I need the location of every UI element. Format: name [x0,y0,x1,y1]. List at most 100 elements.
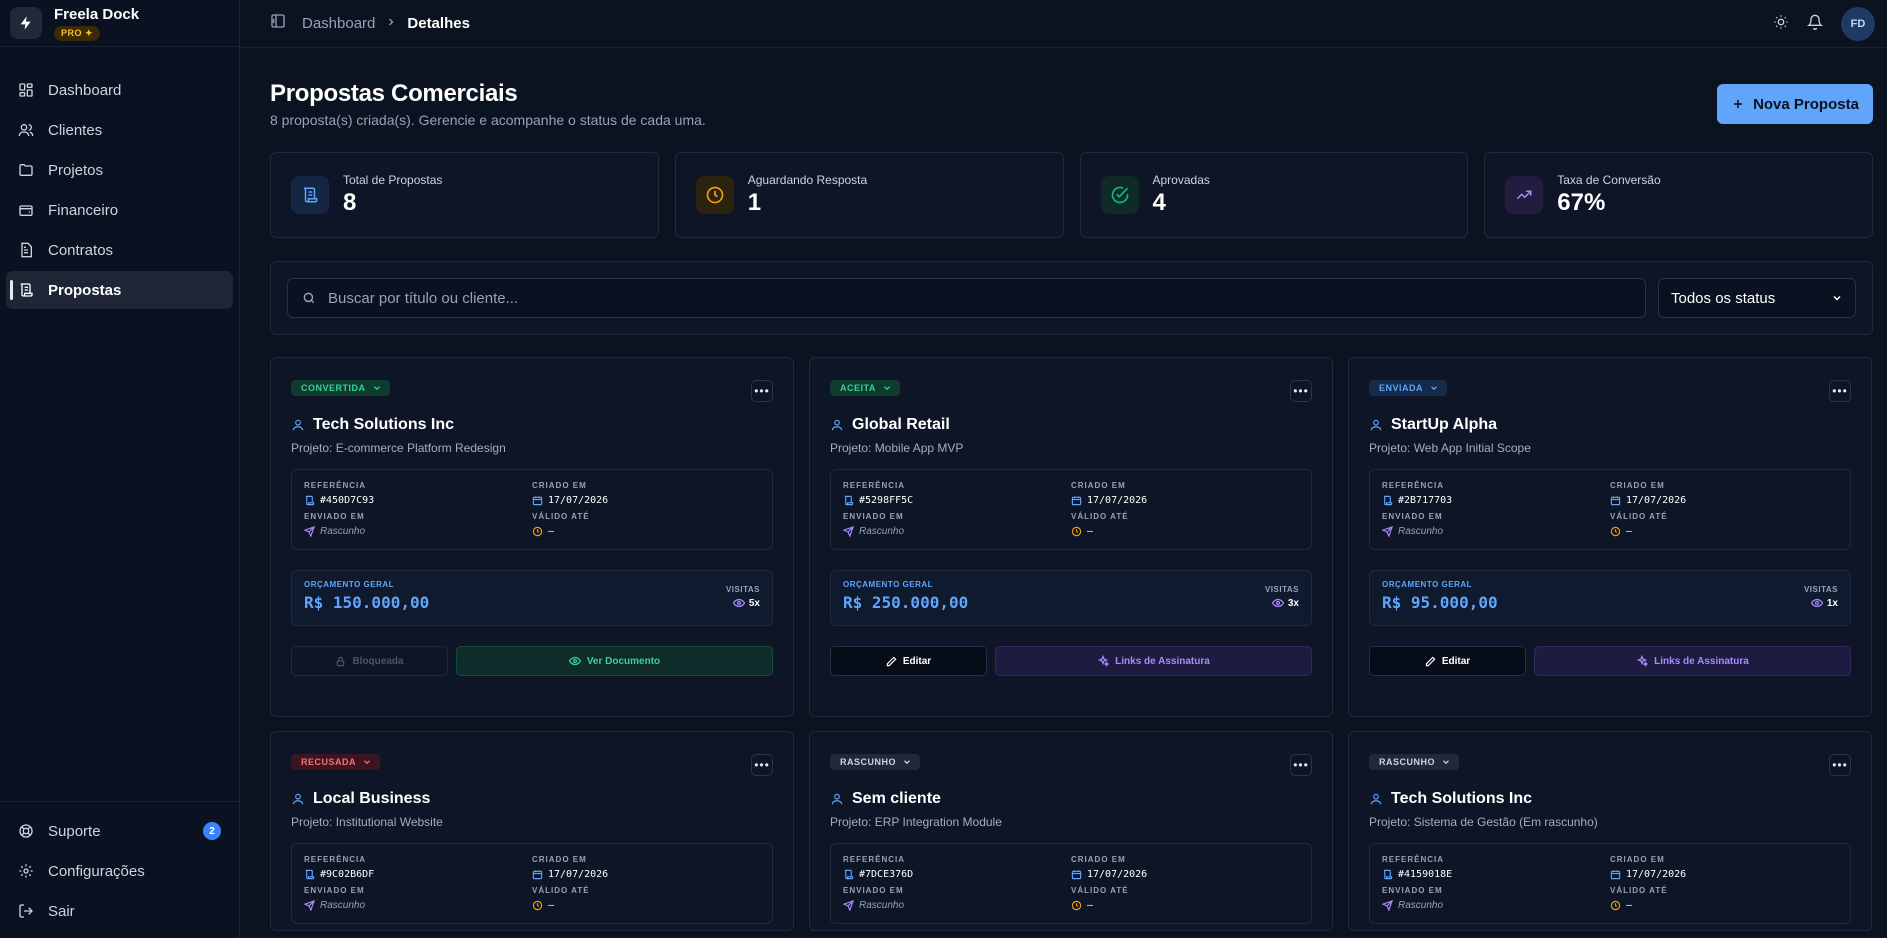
chevron-down-icon [1431,386,1437,391]
sent-value: Rascunho [1382,900,1610,911]
reference-label: REFERÊNCIA [843,855,906,864]
client-name-text: Tech Solutions Inc [313,416,455,433]
sidebar-item-contratos[interactable]: Contratos [6,231,233,269]
status-badge[interactable]: ENVIADA [1369,380,1448,396]
more-options-button[interactable]: ••• [1290,754,1312,776]
sent-label: ENVIADO EM [1382,512,1443,521]
visits-count: 5x [748,597,760,609]
view-document-label: Ver Documento [586,655,661,667]
sidebar-nav: Dashboard Clientes Projetos Financeiro C… [0,71,239,309]
valid-label: VÁLIDO ATÉ [1610,512,1668,521]
sun-icon[interactable] [1773,14,1789,35]
edit-button[interactable]: Editar [1369,646,1526,676]
client-name-text: Global Retail [852,416,950,433]
pencil-icon [1425,656,1436,666]
ellipsis-icon: ••• [1832,758,1848,772]
reference-text: #9C02B6DF [320,869,375,880]
sidebar-item-configuracoes[interactable]: Configurações [6,852,233,890]
more-options-button[interactable]: ••• [751,754,773,776]
breadcrumb-dashboard[interactable]: Dashboard [302,15,375,32]
created-label: CRIADO EM [532,855,587,864]
budget-box: ORÇAMENTO GERAL R$ 150.000,00 VISITAS 5x [291,570,773,626]
project-name: Projeto: Institutional Website [291,815,443,829]
sidebar-item-projetos[interactable]: Projetos [6,151,233,189]
edit-label: Editar [902,655,932,667]
created-label: CRIADO EM [1610,855,1665,864]
status-label: CONVERTIDA [301,383,366,393]
signature-links-button[interactable]: Links de Assinatura [1534,646,1851,676]
eye-icon [568,656,581,666]
sidebar-item-label: Configurações [48,862,145,880]
stat-label: Aprovadas [1152,173,1210,187]
sidebar-item-label: Sair [48,902,75,920]
avatar[interactable]: FD [1841,7,1875,41]
sent-value: Rascunho [843,900,1071,911]
more-options-button[interactable]: ••• [751,380,773,402]
created-text: 17/07/2026 [1626,869,1687,880]
calendar-icon [532,870,543,880]
pro-badge: PRO ✦ [54,25,101,41]
status-badge[interactable]: RECUSADA [291,754,381,770]
more-options-button[interactable]: ••• [1290,380,1312,402]
created-value: 17/07/2026 [532,869,760,880]
status-filter-select[interactable]: Todos os status [1658,278,1856,318]
valid-value: — [1071,900,1299,911]
proposal-card: RASCUNHO ••• Sem cliente Projeto: ERP In… [809,731,1333,931]
more-options-button[interactable]: ••• [1829,754,1851,776]
users-icon [18,124,34,137]
edit-label: Editar [1441,655,1471,667]
sent-text: Rascunho [320,526,366,537]
valid-value: — [1071,526,1299,537]
sidebar-item-dashboard[interactable]: Dashboard [6,71,233,109]
chevron-down-icon [1833,295,1841,301]
valid-label: VÁLIDO ATÉ [1071,512,1129,521]
valid-label: VÁLIDO ATÉ [532,512,590,521]
valid-value: — [532,900,760,911]
brand[interactable]: Freela Dock PRO ✦ [0,0,239,47]
filters-bar: Todos os status [270,261,1873,335]
signature-links-button[interactable]: Links de Assinatura [995,646,1312,676]
chevron-down-icon [904,760,910,765]
search-input[interactable] [328,289,1645,307]
clock-icon [532,526,543,537]
search-box[interactable] [287,278,1646,318]
status-label: ENVIADA [1379,383,1424,393]
bell-icon[interactable] [1806,14,1824,35]
card-actions: Editar Links de Assinatura [830,646,1312,676]
proposal-card: CONVERTIDA ••• Tech Solutions Inc Projet… [270,357,794,717]
sidebar-item-suporte[interactable]: Suporte 2 [6,812,233,850]
clock-icon [1071,900,1082,911]
sidebar-toggle-icon[interactable] [270,13,286,34]
status-badge[interactable]: RASCUNHO [830,754,921,770]
ellipsis-icon: ••• [1293,758,1309,772]
locked-button: Bloqueada [291,646,448,676]
budget-value: R$ 250.000,00 [843,593,969,612]
sidebar-item-financeiro[interactable]: Financeiro [6,191,233,229]
view-document-button[interactable]: Ver Documento [456,646,773,676]
gear-icon [19,864,33,878]
sidebar-item-propostas[interactable]: Propostas [6,271,233,309]
more-options-button[interactable]: ••• [1829,380,1851,402]
proposal-info: REFERÊNCIA #9C02B6DF CRIADO EM 17/07/202… [291,843,773,924]
breadcrumb-current: Detalhes [407,15,470,32]
status-badge[interactable]: RASCUNHO [1369,754,1460,770]
reference-text: #2B717703 [1398,495,1453,506]
user-icon [1370,793,1382,805]
new-proposal-button[interactable]: Nova Proposta [1717,84,1873,124]
status-badge[interactable]: CONVERTIDA [291,380,390,396]
reference-value: #5298FF5C [843,495,1071,506]
reference-label: REFERÊNCIA [304,481,367,490]
brand-name: Freela Dock [54,5,140,23]
client-name: Sem cliente [830,790,1312,808]
sidebar-item-label: Projetos [48,161,104,179]
logout-icon [19,904,33,918]
edit-button[interactable]: Editar [830,646,987,676]
clock-icon [532,900,543,911]
user-icon [1370,419,1382,431]
budget-label: ORÇAMENTO GERAL [1382,580,1473,589]
status-badge[interactable]: ACEITA [830,380,900,396]
stat-label: Total de Propostas [343,173,443,187]
chevron-down-icon [364,760,370,765]
sidebar-item-clientes[interactable]: Clientes [6,111,233,149]
sidebar-item-sair[interactable]: Sair [6,892,233,930]
